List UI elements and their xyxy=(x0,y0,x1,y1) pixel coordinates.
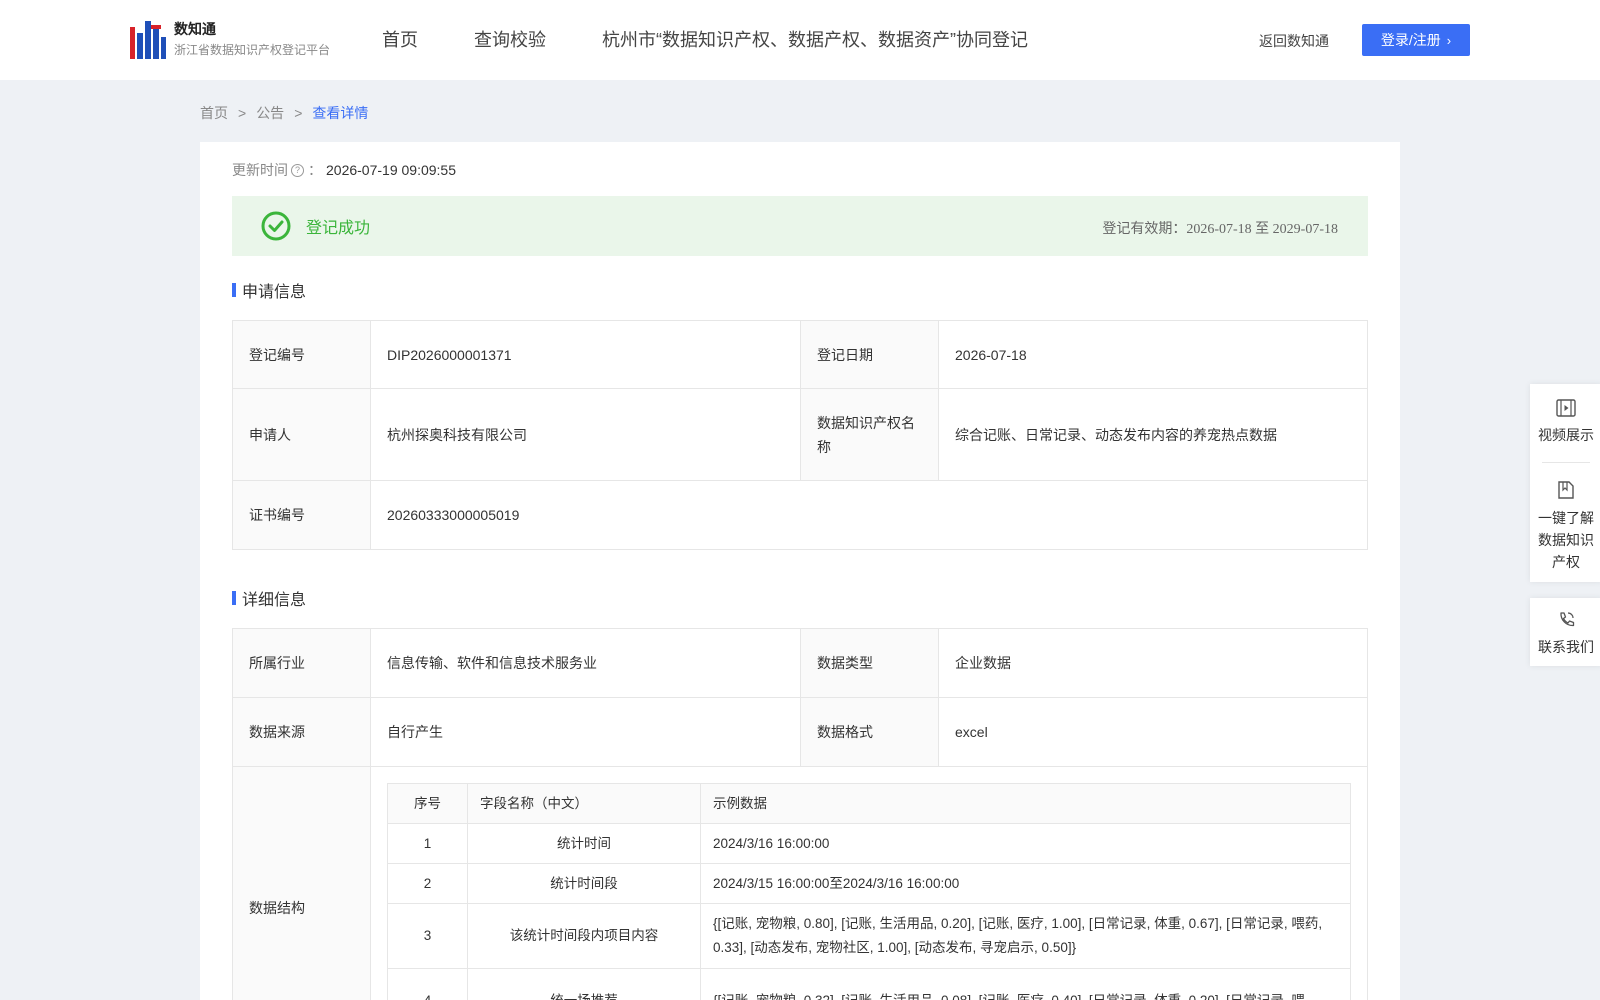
source-value: 自行产生 xyxy=(370,697,801,767)
field-name: 该统计时间段内项目内容 xyxy=(467,903,701,969)
fields-header-row: 序号 字段名称（中文） 示例数据 xyxy=(387,783,1351,824)
back-link[interactable]: 返回数知通 xyxy=(1259,31,1329,51)
applicant-value: 杭州探奥科技有限公司 xyxy=(370,388,801,481)
industry-value: 信息传输、软件和信息技术服务业 xyxy=(370,628,801,698)
table-row: 数据来源 自行产生 数据格式 excel xyxy=(232,697,1368,767)
field-no: 3 xyxy=(387,903,468,969)
field-sample: {[记账, 宠物粮, 0.32], [记账, 生活用品, 0.08], [记账,… xyxy=(700,968,1351,1000)
field-no: 2 xyxy=(387,863,468,904)
reg-date-label: 登记日期 xyxy=(800,320,939,389)
section-marker xyxy=(232,591,236,605)
nav-hangzhou-registration[interactable]: 杭州市“数据知识产权、数据产权、数据资产”协同登记 xyxy=(602,28,1028,52)
logo-subtitle: 浙江省数据知识产权登记平台 xyxy=(174,43,331,57)
format-label: 数据格式 xyxy=(800,697,939,767)
update-time-colon: ： xyxy=(308,162,322,178)
table-row: 4 统一场推荐 {[记账, 宠物粮, 0.32], [记账, 生活用品, 0.0… xyxy=(387,968,1351,1000)
reg-no-label: 登记编号 xyxy=(232,320,371,389)
fields-table: 序号 字段名称（中文） 示例数据 1 统计时间 2024/3/16 16:00:… xyxy=(387,783,1351,1000)
table-row: 证书编号 20260333000005019 xyxy=(232,480,1368,550)
video-icon xyxy=(1556,399,1576,417)
breadcrumb-current: 查看详情 xyxy=(312,105,369,121)
format-value: excel xyxy=(938,697,1368,767)
learn-ip-button[interactable]: 一键了解数据知识产权 xyxy=(1530,463,1600,573)
section-details-title: 详细信息 xyxy=(232,586,306,610)
structure-cell: 序号 字段名称（中文） 示例数据 1 统计时间 2024/3/16 16:00:… xyxy=(370,766,1368,1000)
breadcrumb-separator: > xyxy=(238,105,247,121)
breadcrumb-home[interactable]: 首页 xyxy=(200,103,228,123)
logo[interactable]: 数知通 浙江省数据知识产权登记平台 xyxy=(130,20,330,59)
applicant-label: 申请人 xyxy=(232,388,371,481)
details-table: 所属行业 信息传输、软件和信息技术服务业 数据类型 企业数据 数据来源 自行产生… xyxy=(232,628,1368,1000)
application-table: 登记编号 DIP2026000001371 登记日期 2026-07-18 申请… xyxy=(232,320,1368,550)
main-nav: 首页 查询校验 杭州市“数据知识产权、数据产权、数据资产”协同登记 xyxy=(382,28,1084,52)
section-application-title: 申请信息 xyxy=(232,278,306,302)
video-showcase-label: 视频展示 xyxy=(1538,427,1594,443)
side-panel-contact: 联系我们 xyxy=(1530,598,1600,666)
phone-icon xyxy=(1560,612,1575,627)
structure-label: 数据结构 xyxy=(232,766,371,1000)
detail-card: 更新时间 ? ： 2026-07-19 09:09:55 登记成功 登记有效期：… xyxy=(200,142,1400,1000)
col-header-no: 序号 xyxy=(387,783,468,824)
contact-us-button[interactable]: 联系我们 xyxy=(1530,598,1600,658)
breadcrumb-separator: > xyxy=(294,105,303,121)
nav-query-verify[interactable]: 查询校验 xyxy=(474,28,546,52)
field-no: 4 xyxy=(387,968,468,1000)
check-circle-icon xyxy=(261,211,291,241)
industry-label: 所属行业 xyxy=(232,628,371,698)
section-marker xyxy=(232,283,236,297)
field-name: 统一场推荐 xyxy=(467,968,701,1000)
cert-no-value: 20260333000005019 xyxy=(370,480,1368,550)
video-showcase-button[interactable]: 视频展示 xyxy=(1530,384,1600,462)
side-panel-main: 视频展示 一键了解数据知识产权 xyxy=(1530,384,1600,582)
learn-ip-label: 一键了解数据知识产权 xyxy=(1538,510,1594,570)
table-row: 数据结构 序号 字段名称（中文） 示例数据 1 统计时间 2024/3/16 1… xyxy=(232,766,1368,1000)
breadcrumb: 首页 > 公告 > 查看详情 xyxy=(200,103,368,123)
field-sample: {[记账, 宠物粮, 0.80], [记账, 生活用品, 0.20], [记账,… xyxy=(700,903,1351,969)
logo-title: 数知通 xyxy=(174,21,216,37)
field-sample: 2024/3/16 16:00:00 xyxy=(700,823,1351,864)
field-name: 统计时间 xyxy=(467,823,701,864)
col-header-name: 字段名称（中文） xyxy=(467,783,701,824)
login-register-button[interactable]: 登录/注册 › xyxy=(1362,24,1470,56)
validity-period: 登记有效期：2026-07-18 至 2029-07-18 xyxy=(1102,222,1338,237)
table-row: 所属行业 信息传输、软件和信息技术服务业 数据类型 企业数据 xyxy=(232,628,1368,698)
logo-icon xyxy=(130,20,166,59)
ip-name-label: 数据知识产权名称 xyxy=(800,388,939,481)
reg-no-value: DIP2026000001371 xyxy=(370,320,801,389)
breadcrumb-notice[interactable]: 公告 xyxy=(256,103,284,123)
data-type-value: 企业数据 xyxy=(938,628,1368,698)
table-row: 登记编号 DIP2026000001371 登记日期 2026-07-18 xyxy=(232,320,1368,389)
field-sample: 2024/3/15 16:00:00至2024/3/16 16:00:00 xyxy=(700,863,1351,904)
cert-no-label: 证书编号 xyxy=(232,480,371,550)
top-header: 数知通 浙江省数据知识产权登记平台 首页 查询校验 杭州市“数据知识产权、数据产… xyxy=(0,0,1600,80)
table-row: 3 该统计时间段内项目内容 {[记账, 宠物粮, 0.80], [记账, 生活用… xyxy=(387,903,1351,969)
table-row: 1 统计时间 2024/3/16 16:00:00 xyxy=(387,823,1351,864)
update-time-value: 2026-07-19 09:09:55 xyxy=(326,162,456,178)
field-name: 统计时间段 xyxy=(467,863,701,904)
section-application-label: 申请信息 xyxy=(242,284,307,301)
ip-name-value: 综合记账、日常记录、动态发布内容的养宠热点数据 xyxy=(938,388,1368,481)
contact-us-label: 联系我们 xyxy=(1538,639,1594,655)
field-no: 1 xyxy=(387,823,468,864)
login-register-label: 登录/注册 xyxy=(1380,32,1441,48)
update-time-row: 更新时间 ? ： 2026-07-19 09:09:55 xyxy=(232,160,456,180)
data-type-label: 数据类型 xyxy=(800,628,939,698)
nav-home[interactable]: 首页 xyxy=(382,28,418,52)
col-header-sample: 示例数据 xyxy=(700,783,1351,824)
chevron-right-icon: › xyxy=(1446,32,1452,48)
table-row: 申请人 杭州探奥科技有限公司 数据知识产权名称 综合记账、日常记录、动态发布内容… xyxy=(232,388,1368,481)
section-details-label: 详细信息 xyxy=(242,592,307,609)
help-icon[interactable]: ? xyxy=(291,163,304,177)
reg-date-value: 2026-07-18 xyxy=(938,320,1368,389)
status-banner: 登记成功 登记有效期：2026-07-18 至 2029-07-18 xyxy=(232,196,1368,256)
table-row: 2 统计时间段 2024/3/15 16:00:00至2024/3/16 16:… xyxy=(387,863,1351,904)
update-time-label: 更新时间 xyxy=(232,162,288,178)
status-text: 登记成功 xyxy=(306,220,371,237)
source-label: 数据来源 xyxy=(232,697,371,767)
book-icon xyxy=(1558,481,1574,499)
